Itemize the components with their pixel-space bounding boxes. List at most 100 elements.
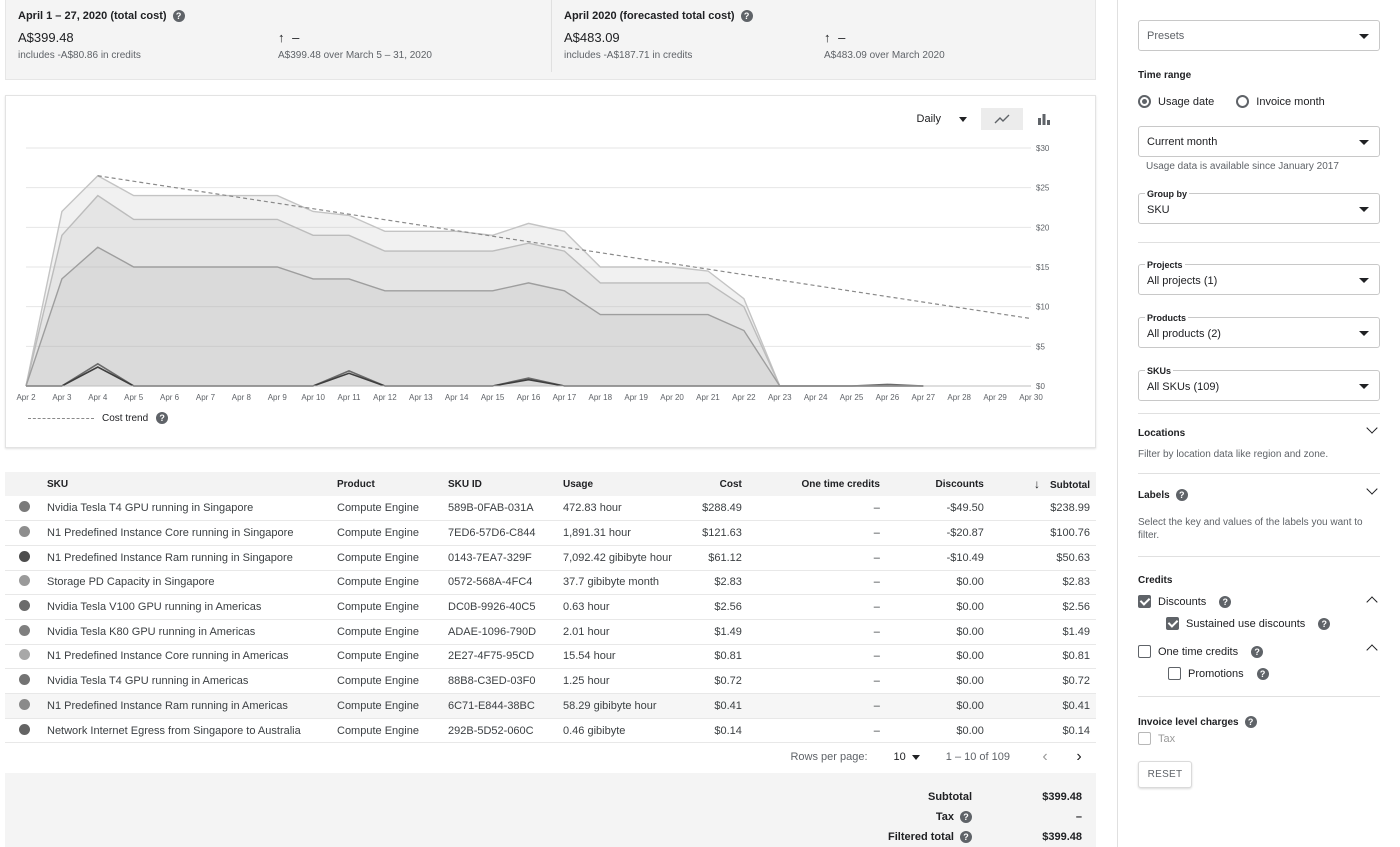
help-icon[interactable]: ? xyxy=(1256,667,1269,680)
promotions-label[interactable]: Promotions xyxy=(1188,668,1244,680)
one-time-credits-checkbox[interactable] xyxy=(1138,645,1151,658)
sku-id-cell: DC0B-9926-40C5 xyxy=(448,601,536,614)
table-row[interactable]: Storage PD Capacity in Singapore Compute … xyxy=(5,570,1096,595)
invoice-month-radio[interactable] xyxy=(1236,95,1250,108)
labels-heading[interactable]: Labels ? xyxy=(1138,489,1188,501)
chevron-right-icon[interactable]: › xyxy=(1062,748,1096,766)
column-header-one-time-credits[interactable]: One time credits xyxy=(748,472,886,496)
table-row[interactable]: Nvidia Tesla T4 GPU running in Singapore… xyxy=(5,496,1096,521)
subtotal-label: Subtotal xyxy=(928,791,972,803)
granularity-select[interactable]: Daily xyxy=(917,113,941,125)
column-header-usage[interactable]: Usage xyxy=(557,472,678,496)
x-tick-label: Apr 6 xyxy=(160,393,180,402)
cost-cell: $61.12 xyxy=(708,551,742,564)
column-header-subtotal[interactable]: ↓ Subtotal xyxy=(990,472,1096,496)
table-row[interactable]: N1 Predefined Instance Ram running in Am… xyxy=(5,693,1096,719)
skus-select[interactable]: SKUs All SKUs (109) xyxy=(1138,366,1380,401)
group-by-select[interactable]: Group by SKU xyxy=(1138,189,1380,224)
one-time-credits-checkbox-row[interactable]: One time credits ? xyxy=(1138,645,1264,658)
sidebar-divider xyxy=(1138,413,1380,414)
chevron-up-icon[interactable] xyxy=(1366,596,1378,608)
chevron-down-icon[interactable] xyxy=(1366,483,1378,495)
help-icon[interactable]: ? xyxy=(1251,645,1264,658)
sustained-use-checkbox-row[interactable]: Sustained use discounts ? xyxy=(1166,617,1331,630)
subtotal-cell: $238.99 xyxy=(1050,502,1090,515)
chevron-down-icon[interactable] xyxy=(1366,422,1378,434)
bar-chart-button[interactable] xyxy=(1023,108,1065,130)
cost-cell: $0.14 xyxy=(714,724,742,737)
column-header-discounts[interactable]: Discounts xyxy=(886,472,990,496)
help-icon[interactable]: ? xyxy=(960,831,972,843)
help-icon[interactable]: ? xyxy=(740,10,753,22)
line-chart-button[interactable] xyxy=(981,108,1023,130)
usage-date-radio[interactable] xyxy=(1138,95,1151,108)
usage-cell: 15.54 hour xyxy=(563,650,616,663)
promotions-checkbox[interactable] xyxy=(1168,667,1181,680)
sku-id-cell: ADAE-1096-790D xyxy=(448,625,537,638)
subtotal-cell: $2.56 xyxy=(1062,601,1090,614)
table-row[interactable]: Network Internet Egress from Singapore t… xyxy=(5,718,1096,743)
one-time-credits-label[interactable]: One time credits xyxy=(1158,646,1238,658)
projects-select[interactable]: Projects All projects (1) xyxy=(1138,260,1380,295)
help-icon[interactable]: ? xyxy=(1219,595,1232,608)
y-tick-label: $5 xyxy=(1036,342,1045,351)
x-tick-label: Apr 14 xyxy=(445,393,469,402)
discounts-checkbox-row[interactable]: Discounts ? xyxy=(1138,595,1232,608)
x-tick-label: Apr 17 xyxy=(553,393,577,402)
products-select[interactable]: Products All products (2) xyxy=(1138,313,1380,348)
cost-trend-swatch xyxy=(28,417,94,419)
invoice-month-label[interactable]: Invoice month xyxy=(1256,96,1324,108)
discounts-label[interactable]: Discounts xyxy=(1158,596,1206,608)
help-icon[interactable]: ? xyxy=(172,10,185,22)
x-tick-label: Apr 26 xyxy=(876,393,900,402)
discounts-cell: $0.00 xyxy=(956,724,984,737)
summary-forecast-value: A$483.09 xyxy=(564,30,620,45)
table-row[interactable]: N1 Predefined Instance Core running in A… xyxy=(5,644,1096,669)
table-row[interactable]: Nvidia Tesla K80 GPU running in Americas… xyxy=(5,619,1096,645)
series-color-cell xyxy=(5,669,41,694)
help-icon[interactable]: ? xyxy=(156,412,169,424)
usage-date-label[interactable]: Usage date xyxy=(1158,96,1214,108)
sustained-use-label[interactable]: Sustained use discounts xyxy=(1186,618,1305,630)
chevron-down-icon[interactable] xyxy=(911,754,920,760)
sku-name-cell: Nvidia Tesla V100 GPU running in America… xyxy=(47,601,262,614)
subtotal-cell: $0.72 xyxy=(1062,675,1090,688)
reset-button[interactable]: RESET xyxy=(1138,761,1192,788)
discounts-cell: $0.00 xyxy=(956,699,984,712)
table-row[interactable]: Nvidia Tesla T4 GPU running in Americas C… xyxy=(5,669,1096,694)
promotions-checkbox-row[interactable]: Promotions ? xyxy=(1168,667,1269,680)
chevron-down-icon[interactable] xyxy=(959,116,967,122)
column-header-cost[interactable]: Cost xyxy=(678,472,748,496)
summary-forecast-title: April 2020 (forecasted total cost) ? xyxy=(564,10,753,22)
series-color-cell xyxy=(5,521,41,546)
chevron-left-icon[interactable]: ‹ xyxy=(1028,748,1062,766)
help-icon[interactable]: ? xyxy=(1175,489,1188,501)
subtotal-cell: $50.63 xyxy=(1056,551,1090,564)
table-row[interactable]: N1 Predefined Instance Core running in S… xyxy=(5,521,1096,546)
x-tick-label: Apr 18 xyxy=(588,393,612,402)
help-icon[interactable]: ? xyxy=(1318,617,1331,630)
usage-cell: 1,891.31 hour xyxy=(563,527,631,540)
subtotal-cell: $0.14 xyxy=(1062,724,1090,737)
discounts-cell: $0.00 xyxy=(956,675,984,688)
help-icon[interactable]: ? xyxy=(960,811,972,823)
table-row[interactable]: N1 Predefined Instance Ram running in Si… xyxy=(5,545,1096,571)
presets-select[interactable]: Presets xyxy=(1138,20,1380,51)
sidebar-divider xyxy=(1138,696,1380,697)
column-header-sku[interactable]: SKU xyxy=(41,472,331,496)
column-header-product[interactable]: Product xyxy=(331,472,442,496)
credits-heading: Credits xyxy=(1138,575,1173,586)
sustained-use-checkbox[interactable] xyxy=(1166,617,1179,630)
rows-per-page-select[interactable]: 10 xyxy=(894,751,906,763)
column-header-sku-id[interactable]: SKU ID xyxy=(442,472,557,496)
chevron-down-icon xyxy=(1359,331,1369,336)
period-select[interactable]: Current month xyxy=(1138,126,1380,157)
discounts-checkbox[interactable] xyxy=(1138,595,1151,608)
table-row[interactable]: Nvidia Tesla V100 GPU running in America… xyxy=(5,595,1096,620)
legend-label: Cost trend xyxy=(102,412,149,424)
chevron-up-icon[interactable] xyxy=(1366,644,1378,656)
help-icon[interactable]: ? xyxy=(1244,716,1257,728)
locations-heading[interactable]: Locations xyxy=(1138,428,1185,439)
summary-total-compare: A$399.48 over March 5 – 31, 2020 xyxy=(278,50,432,61)
tax-value: – xyxy=(1075,811,1082,823)
